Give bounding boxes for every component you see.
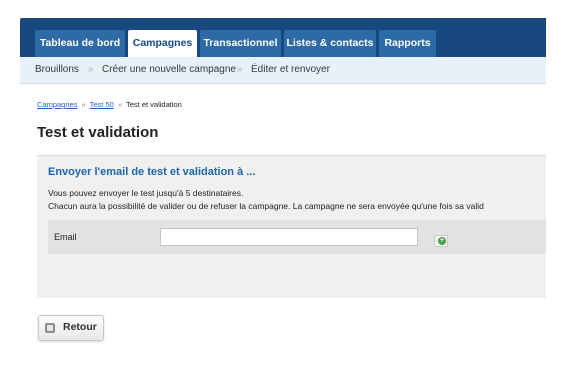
tab-transactionnel[interactable]: Transactionnel (200, 30, 281, 57)
breadcrumb-test-50[interactable]: Test 50 (90, 100, 114, 109)
tab-rapports[interactable]: Rapports (379, 30, 436, 57)
breadcrumb-separator: » (81, 100, 86, 109)
page-title: Test et validation (37, 124, 159, 141)
back-button[interactable]: Retour (38, 315, 104, 341)
test-validation-panel: Envoyer l'email de test et validation à … (37, 155, 546, 298)
validation-info-text: Chacun aura la possibilité de valider ou… (48, 201, 484, 211)
tab-listes-contacts[interactable]: Listes & contacts (284, 30, 376, 57)
breadcrumb-campagnes[interactable]: Campagnes (37, 100, 77, 109)
subnav-separator: » (237, 64, 243, 75)
main-navigation: Tableau de bord Campagnes Transactionnel… (20, 18, 546, 57)
breadcrumb: Campagnes» Test 50» Test et validation (37, 100, 182, 109)
subnav-creer-campagne[interactable]: Créer une nouvelle campagne (102, 64, 236, 75)
subnav-brouillons[interactable]: Brouillons (35, 64, 79, 75)
breadcrumb-current: Test et validation (125, 100, 182, 109)
email-form-row: Email (48, 220, 546, 254)
tab-campagnes[interactable]: Campagnes (128, 30, 197, 57)
breadcrumb-separator: » (117, 100, 122, 109)
tab-tableau-de-bord[interactable]: Tableau de bord (35, 30, 125, 57)
email-label: Email (54, 232, 77, 242)
email-field[interactable] (160, 228, 418, 246)
panel-heading: Envoyer l'email de test et validation à … (48, 166, 256, 178)
back-icon (45, 323, 55, 333)
add-recipient-icon[interactable] (434, 235, 448, 247)
back-button-label: Retour (63, 321, 97, 333)
recipient-limit-text: Vous pouvez envoyer le test jusqu'à 5 de… (48, 188, 244, 198)
subnav-separator: » (88, 64, 94, 75)
sub-navigation: Brouillons » Créer une nouvelle campagne… (20, 57, 546, 84)
subnav-editer-renvoyer[interactable]: Éditer et renvoyer (251, 64, 330, 75)
